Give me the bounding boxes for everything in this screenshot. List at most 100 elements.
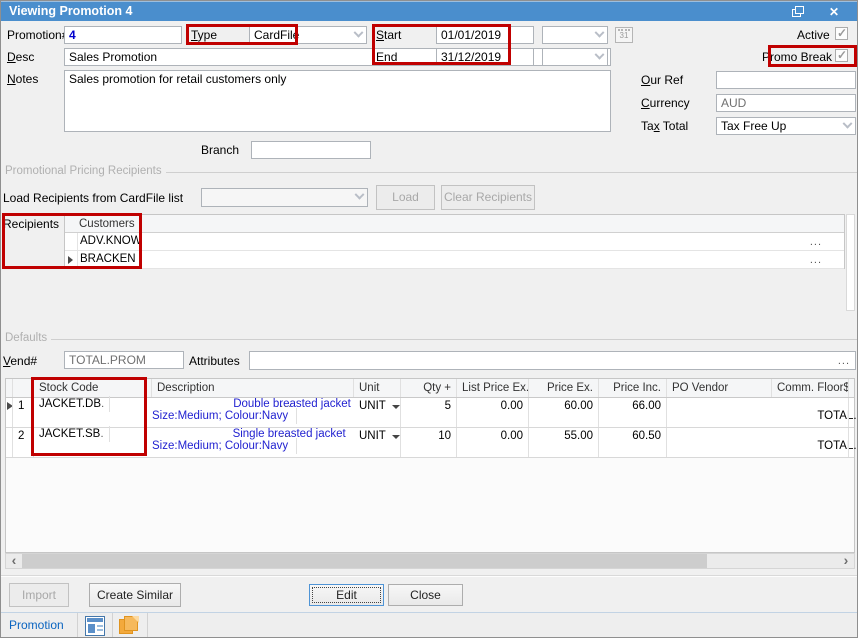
close-button[interactable]: Close [388,584,463,606]
unit-cell[interactable]: UNIT [354,398,401,427]
column-header-qty[interactable]: Qty + [401,379,457,397]
ellipsis-icon[interactable]: ... [280,428,292,440]
row-number-cell: 1 [13,398,34,427]
description-cell[interactable]: Double breasted jacket Size:Medium; Colo… [152,396,351,424]
column-header-comm-floor[interactable]: Comm. Floor$ [772,379,849,397]
list-price-ex-cell[interactable]: 0.00 [457,428,529,457]
type-label: Type [191,28,217,42]
recipients-grid: Customers ADV.KNOW ... BRACKEN ... [64,214,845,269]
stock-code-cell[interactable]: JACKET.SB ... [34,426,110,442]
recipients-column-header[interactable]: Customers [65,215,844,233]
promo-break-label: Promo Break [762,50,832,64]
column-header-unit[interactable]: Unit [354,379,401,397]
qty-cell[interactable]: 10 [401,428,457,457]
clear-recipients-button[interactable]: Clear Recipients [441,185,535,210]
tab-separator [147,613,148,638]
attributes-input[interactable]: ... [249,351,856,370]
chevron-down-icon [595,49,605,59]
recipient-row[interactable]: BRACKEN ... [65,251,844,269]
recipients-label: Recipients [3,217,59,231]
our-ref-input[interactable] [716,71,856,89]
row-filler [849,428,858,457]
header-filler [849,379,858,397]
scrollbar-thumb[interactable] [22,554,707,568]
load-button[interactable]: Load [376,185,435,210]
price-ex-cell[interactable]: 55.00 [529,428,599,457]
report-icon-line [97,629,103,631]
notes-label: Notes [7,72,38,86]
report-icon [87,618,103,622]
grid-row-1[interactable]: 1 JACKET.DB ... Double breasted jacket S… [6,398,854,428]
header-rownum [13,379,34,397]
column-header-po-vendor[interactable]: PO Vendor [667,379,772,397]
column-header-price-ex[interactable]: Price Ex. [529,379,599,397]
documents-tab[interactable] [119,616,139,636]
list-price-ex-cell[interactable]: 0.00 [457,398,529,427]
grid-row-2[interactable]: 2 JACKET.SB ... Single breasted jacket S… [6,428,854,458]
promotion-number-input[interactable]: 4 [64,26,182,44]
section-rule [51,339,858,340]
vend-input[interactable]: TOTAL.PROM [64,351,184,369]
copy-icon-fold [132,616,139,623]
stock-code-cell[interactable]: JACKET.DB ... [34,396,110,412]
comm-floor-cell[interactable] [772,428,849,457]
dropdown-arrow-icon[interactable] [392,405,400,409]
ellipsis-icon[interactable]: ... [92,428,104,440]
bottom-tab-bar: Promotion [1,612,858,638]
chevron-down-icon [843,118,853,128]
start-time-dropdown[interactable] [542,26,608,44]
comm-floor-cell[interactable] [772,398,849,427]
ellipsis-icon[interactable]: ... [810,234,822,251]
column-header-description[interactable]: Description [152,379,354,397]
price-inc-cell[interactable]: 66.00 [599,398,667,427]
end-date-input[interactable]: 31/12/2019 [436,48,534,66]
notes-textarea[interactable]: Sales promotion for retail customers onl… [64,70,611,132]
unit-cell[interactable]: UNIT [354,428,401,457]
section-rule [166,172,858,173]
recipients-scrollbar[interactable] [846,214,855,311]
type-dropdown[interactable]: CardFile [249,26,367,44]
description-cell[interactable]: Single breasted jacket Size:Medium; Colo… [152,426,346,454]
branch-label: Branch [201,143,239,157]
close-window-button[interactable]: ✕ [821,3,847,21]
ellipsis-icon[interactable]: ... [810,252,822,269]
promotion-window: Viewing Promotion 4 ✕ Promotion# 4 Type … [0,0,858,638]
row-indicator-cell [65,233,78,250]
promo-break-checkbox[interactable] [835,49,848,62]
scroll-left-icon[interactable]: ‹ [6,554,22,568]
qty-cell[interactable]: 5 [401,398,457,427]
report-icon-line [97,625,103,627]
horizontal-scrollbar[interactable]: ‹ › [5,553,855,569]
ellipsis-icon[interactable]: ... [838,354,850,368]
restore-window-button[interactable] [785,3,811,21]
branch-input[interactable] [251,141,371,159]
tab-promotion[interactable]: Promotion [9,618,64,632]
start-date-input[interactable]: 01/01/2019 [436,26,534,44]
title-bar: Viewing Promotion 4 ✕ [1,1,858,21]
dropdown-arrow-icon[interactable] [392,435,400,439]
price-inc-cell[interactable]: 60.50 [599,428,667,457]
chevron-down-icon [595,27,605,37]
end-time-dropdown[interactable] [542,48,608,66]
promotion-number-label: Promotion# [7,28,68,42]
active-checkbox[interactable] [835,27,848,40]
price-ex-cell[interactable]: 60.00 [529,398,599,427]
cardfile-list-dropdown[interactable] [201,188,368,207]
edit-button[interactable]: Edit [309,584,384,606]
currency-input[interactable]: AUD [716,94,856,112]
ellipsis-icon[interactable]: ... [93,398,105,410]
column-header-stock-code[interactable]: Stock Code [34,379,152,397]
import-button[interactable]: Import [9,583,69,607]
create-similar-button[interactable]: Create Similar [89,583,181,607]
column-header-price-inc[interactable]: Price Inc. [599,379,667,397]
column-header-list-price-ex[interactable]: List Price Ex. [457,379,529,397]
report-view-tab[interactable] [85,616,105,636]
scroll-right-icon[interactable]: › [838,554,854,568]
load-recipients-label: Load Recipients from CardFile list [3,191,183,205]
recipient-row[interactable]: ADV.KNOW ... [65,233,844,251]
tax-total-dropdown[interactable]: Tax Free Up [716,117,856,135]
calendar-icon[interactable]: 31 [615,27,633,43]
separator [1,575,858,577]
tax-total-label: Tax Total [641,119,688,133]
ellipsis-icon[interactable]: ... [280,398,292,410]
